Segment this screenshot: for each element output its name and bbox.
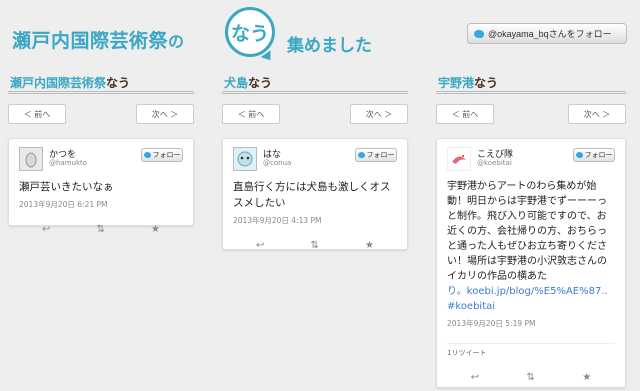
column-nav: ＜ 前へ 次へ ＞	[222, 104, 408, 124]
tweet-text: 直島行く方には犬島も激しくオススメしたい	[233, 181, 391, 209]
tweet-card: はな @conua フォロー 直島行く方には犬島も激しくオススメしたい 2013…	[222, 138, 408, 251]
tweet-timestamp[interactable]: 2013年9月20日 6:21 PM	[19, 199, 183, 210]
follow-main-button[interactable]: @okayama_bqさんをフォロー	[467, 23, 627, 44]
next-button[interactable]: 次へ ＞	[350, 104, 408, 124]
page-title: 瀬戸内国際芸術祭の	[12, 26, 185, 53]
follow-label: フォロー	[366, 151, 395, 159]
retweet-icon[interactable]: ⇅	[97, 224, 105, 235]
tweet-card: かつを @hamukto フォロー 瀬戸芸いきたいなぁ 2013年9月20日 6…	[8, 138, 194, 235]
column-heading-main: 犬島	[224, 76, 249, 90]
twitter-bird-icon	[357, 152, 365, 158]
tweet-text: 瀬戸芸いきたいなぁ	[19, 181, 114, 193]
column-inujima: 犬島なう ＜ 前へ 次へ ＞ はな @conua フォロー 直島行く方には犬島も…	[222, 74, 408, 251]
column-heading: 瀬戸内国際芸術祭なう	[8, 74, 194, 94]
avatar[interactable]	[233, 147, 257, 171]
tweet-actions: ↩ ⇅ ★	[19, 218, 183, 240]
follow-label: フォロー	[152, 151, 181, 159]
column-nav: ＜ 前へ 次へ ＞	[8, 104, 194, 124]
column-heading: 犬島なう	[222, 74, 408, 94]
tweet-actions: ↩ ⇅ ★	[447, 366, 615, 388]
title-collected: 集めました	[287, 36, 372, 56]
reply-icon[interactable]: ↩	[471, 372, 479, 383]
avatar[interactable]	[19, 147, 43, 171]
retweet-icon[interactable]: ⇅	[311, 240, 319, 251]
tweet-timestamp[interactable]: 2013年9月20日 5:19 PM	[447, 318, 615, 329]
page-header: 瀬戸内国際芸術祭の なう 集めました @okayama_bqさんをフォロー	[0, 0, 640, 70]
column-heading-now: なう	[106, 76, 131, 90]
tweet-text: 宇野港からアートのわら集めが始動！明日からは宇野港でずーーーっと制作。飛び入り可…	[447, 181, 607, 282]
reply-icon[interactable]: ↩	[256, 240, 264, 251]
column-unoko: 宇野港なう ＜ 前へ 次へ ＞ こえび隊 @koebitai フォロー 宇野港か…	[436, 74, 626, 388]
column-heading: 宇野港なう	[436, 74, 626, 94]
follow-button[interactable]: フォロー	[355, 148, 397, 162]
column-setouchi: 瀬戸内国際芸術祭なう ＜ 前へ 次へ ＞ かつを @hamukto フォロー 瀬…	[8, 74, 194, 235]
tweet-link[interactable]: り。koebi.jp/blog/%E5%AE%87.. #koebitai	[447, 284, 615, 314]
title-festival: 瀬戸内国際芸術祭	[12, 30, 169, 52]
user-handle[interactable]: @koebitai	[477, 159, 512, 167]
user-handle[interactable]: @conua	[263, 159, 291, 167]
star-icon[interactable]: ★	[365, 240, 374, 251]
prev-button[interactable]: ＜ 前へ	[8, 104, 66, 124]
user-handle[interactable]: @hamukto	[49, 159, 87, 167]
tweet-actions: ↩ ⇅ ★	[233, 234, 397, 256]
follow-button[interactable]: フォロー	[141, 148, 183, 162]
next-button[interactable]: 次へ ＞	[568, 104, 626, 124]
tweet-timestamp[interactable]: 2013年9月20日 4:13 PM	[233, 215, 397, 226]
avatar[interactable]	[447, 147, 471, 171]
retweet-icon[interactable]: ⇅	[527, 372, 535, 383]
follow-button[interactable]: フォロー	[573, 148, 615, 162]
prev-button[interactable]: ＜ 前へ	[436, 104, 494, 124]
column-heading-main: 宇野港	[438, 76, 475, 90]
follow-label: フォロー	[584, 151, 613, 159]
column-nav: ＜ 前へ 次へ ＞	[436, 104, 626, 124]
twitter-bird-icon	[474, 29, 484, 38]
now-bubble: なう	[225, 7, 275, 57]
prev-button[interactable]: ＜ 前へ	[222, 104, 280, 124]
twitter-bird-icon	[575, 152, 583, 158]
reply-icon[interactable]: ↩	[42, 224, 50, 235]
column-heading-now: なう	[474, 76, 499, 90]
star-icon[interactable]: ★	[151, 224, 160, 235]
column-heading-now: なう	[248, 76, 273, 90]
title-particle: の	[168, 32, 185, 51]
column-heading-main: 瀬戸内国際芸術祭	[10, 76, 107, 90]
star-icon[interactable]: ★	[582, 372, 591, 383]
follow-main-label: @okayama_bqさんをフォロー	[488, 29, 612, 39]
retweet-count[interactable]: 1リツイート	[447, 343, 615, 358]
tweet-card: こえび隊 @koebitai フォロー 宇野港からアートのわら集めが始動！明日か…	[436, 138, 626, 388]
next-button[interactable]: 次へ ＞	[136, 104, 194, 124]
twitter-bird-icon	[143, 152, 151, 158]
